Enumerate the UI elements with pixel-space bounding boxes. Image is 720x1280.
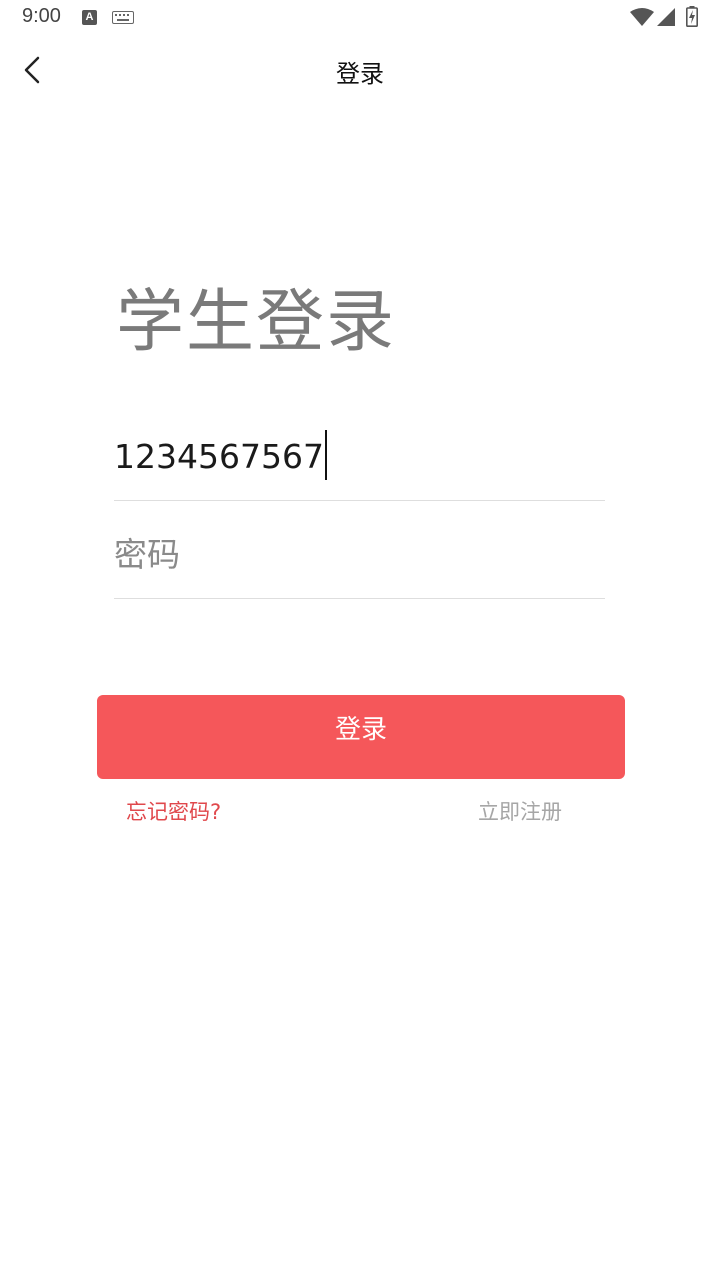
app-bar: 登录 — [0, 36, 720, 104]
phone-field-value: 1234567567 — [114, 430, 327, 480]
page-title: 登录 — [336, 60, 384, 88]
wifi-icon — [630, 8, 654, 26]
text-a-icon: A — [82, 10, 97, 25]
status-time: 9:00 — [22, 5, 61, 27]
login-screen: 9:00 A 登录 学生登录 1234567567 密码 登录 忘记密码? 立即… — [0, 0, 720, 1280]
battery-charging-icon — [686, 6, 698, 27]
forgot-password-link[interactable]: 忘记密码? — [126, 796, 221, 826]
cell-signal-icon — [657, 8, 675, 26]
keyboard-icon — [112, 11, 134, 24]
text-cursor — [324, 430, 327, 480]
register-link[interactable]: 立即注册 — [478, 796, 562, 826]
login-button[interactable]: 登录 — [97, 695, 625, 779]
status-bar: 9:00 A — [0, 0, 720, 36]
phone-field[interactable]: 1234567567 — [114, 428, 605, 501]
password-placeholder: 密码 — [114, 535, 180, 574]
password-field[interactable]: 密码 — [114, 526, 605, 599]
student-login-heading: 学生登录 — [116, 283, 397, 362]
